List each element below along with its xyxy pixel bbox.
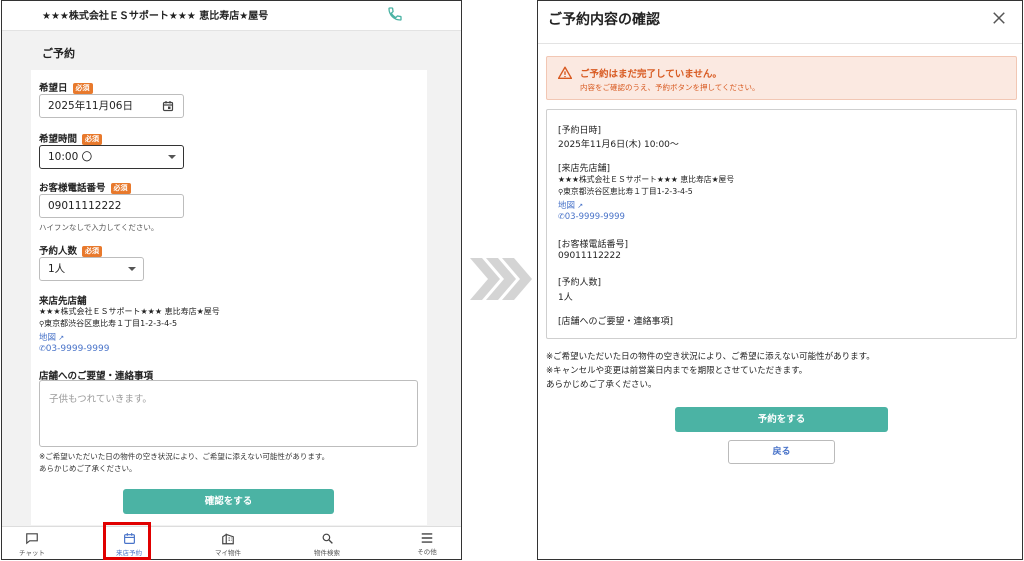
back-button[interactable]: 戻る <box>728 440 835 464</box>
book-button[interactable]: 予約をする <box>675 407 888 432</box>
tab-chat[interactable]: チャット <box>2 527 62 559</box>
date-input[interactable]: 2025年11月06日 <box>39 94 184 118</box>
chevron-arrow-icon <box>470 258 532 300</box>
required-badge: 必須 <box>72 83 93 94</box>
summary-box: [予約日時] 2025年11月6日(木) 10:00〜 [来店先店舗] ★★★株… <box>546 109 1017 339</box>
date-label: 希望日 必須 <box>39 80 93 94</box>
store-label: [来店先店舗] <box>558 164 611 174</box>
warning-banner: ご予約はまだ完了していません。 内容をご確認のうえ、予約ボタンを押してください。 <box>546 56 1017 100</box>
note-line: ※ご希望いただいた日の物件の空き状況により、ご希望に添えない可能性があります。 <box>39 452 330 461</box>
required-badge: 必須 <box>110 183 131 194</box>
store-name: ★★★株式会社ＥＳサポート★★★ 恵比寿店★屋号 <box>39 307 220 316</box>
tab-label: マイ物件 <box>215 549 241 557</box>
external-link-icon: ↗ <box>56 334 65 342</box>
close-icon[interactable] <box>990 9 1008 27</box>
note-line: あらかじめご了承ください。 <box>546 380 657 390</box>
note-line: ※ご希望いただいた日の物件の空き状況により、ご希望に添えない可能性があります。 <box>546 352 875 362</box>
chevron-down-icon <box>168 155 176 159</box>
required-badge: 必須 <box>82 246 103 257</box>
modal-title: ご予約内容の確認 <box>548 12 660 28</box>
store-label: 来店先店舗 <box>39 296 87 307</box>
chevron-down-icon <box>128 267 136 271</box>
tab-label: その他 <box>417 548 437 556</box>
tab-label: 物件検索 <box>314 549 340 557</box>
confirmation-modal: ご予約内容の確認 ご予約はまだ完了していません。 内容をご確認のうえ、予約ボタン… <box>537 0 1023 560</box>
request-label: [店舗へのご要望・連絡事項] <box>558 317 674 327</box>
search-icon <box>322 533 333 544</box>
store-address: ⚲東京都渋谷区恵比寿１丁目1-2-3-4-5 <box>558 187 693 196</box>
divider <box>538 43 1022 44</box>
store-name: ★★★株式会社ＥＳサポート★★★ 恵比寿店★屋号 <box>558 175 735 184</box>
phone-icon: ✆ <box>558 212 565 221</box>
tab-property-search[interactable]: 物件検索 <box>297 527 357 559</box>
header-shop-name: ★★★株式会社ＥＳサポート★★★ 恵比寿店★屋号 <box>42 11 269 22</box>
store-address: ⚲東京都渋谷区恵比寿１丁目1-2-3-4-5 <box>39 319 178 328</box>
time-select[interactable]: 10:00 〇 <box>39 145 184 169</box>
menu-icon <box>421 533 433 543</box>
building-icon <box>222 533 234 545</box>
required-badge: 必須 <box>82 134 103 145</box>
phone-number-input[interactable]: 09011112222 <box>39 194 184 218</box>
note-line: ※キャンセルや変更は前営業日内までを期限とさせていただきます。 <box>546 366 808 376</box>
warning-icon <box>558 66 572 79</box>
phone-number-label: お客様電話番号 必須 <box>39 180 131 194</box>
note-line: あらかじめご了承ください。 <box>39 464 137 473</box>
tab-my-properties[interactable]: マイ物件 <box>198 527 258 559</box>
app-header: ★★★株式会社ＥＳサポート★★★ 恵比寿店★屋号 <box>2 1 461 31</box>
time-label: 希望時間 必須 <box>39 131 103 145</box>
store-tel-link[interactable]: ✆03-9999-9999 <box>39 344 109 354</box>
chat-icon <box>26 533 38 545</box>
phone-call-icon[interactable] <box>387 6 403 22</box>
calendar-icon[interactable] <box>162 100 174 112</box>
people-label: 予約人数 必須 <box>39 243 103 257</box>
people-select[interactable]: 1人 <box>39 257 144 281</box>
phone-label: [お客様電話番号] <box>558 240 629 250</box>
external-link-icon: ↗ <box>575 202 584 210</box>
warning-subtitle: 内容をご確認のうえ、予約ボタンを押してください。 <box>580 83 760 92</box>
people-label: [予約人数] <box>558 278 602 288</box>
highlight-box <box>103 522 151 560</box>
datetime-value: 2025年11月6日(木) 10:00〜 <box>558 140 679 150</box>
datetime-label: [予約日時] <box>558 126 602 136</box>
section-title: ご予約 <box>42 47 75 60</box>
map-link[interactable]: 地図 ↗ <box>39 331 64 343</box>
phone-icon: ✆ <box>39 344 46 353</box>
request-textarea[interactable]: 子供もつれていきます。 <box>39 380 418 447</box>
tab-other[interactable]: その他 <box>397 527 457 559</box>
tab-label: チャット <box>19 549 45 557</box>
map-link[interactable]: 地図 ↗ <box>558 199 583 211</box>
phone-number-hint: ハイフンなしで入力してください。 <box>39 223 159 232</box>
people-value: 1人 <box>558 293 573 303</box>
store-tel-link[interactable]: ✆03-9999-9999 <box>558 212 625 222</box>
reservation-form-screen: ★★★株式会社ＥＳサポート★★★ 恵比寿店★屋号 ご予約 希望日 必須 2025年… <box>1 0 462 560</box>
bottom-tab-bar: チャット 来店予約 マイ物件 物件検索 その他 <box>2 526 461 559</box>
warning-title: ご予約はまだ完了していません。 <box>580 69 722 80</box>
confirm-button[interactable]: 確認をする <box>123 489 334 514</box>
phone-value: 09011112222 <box>558 251 621 261</box>
